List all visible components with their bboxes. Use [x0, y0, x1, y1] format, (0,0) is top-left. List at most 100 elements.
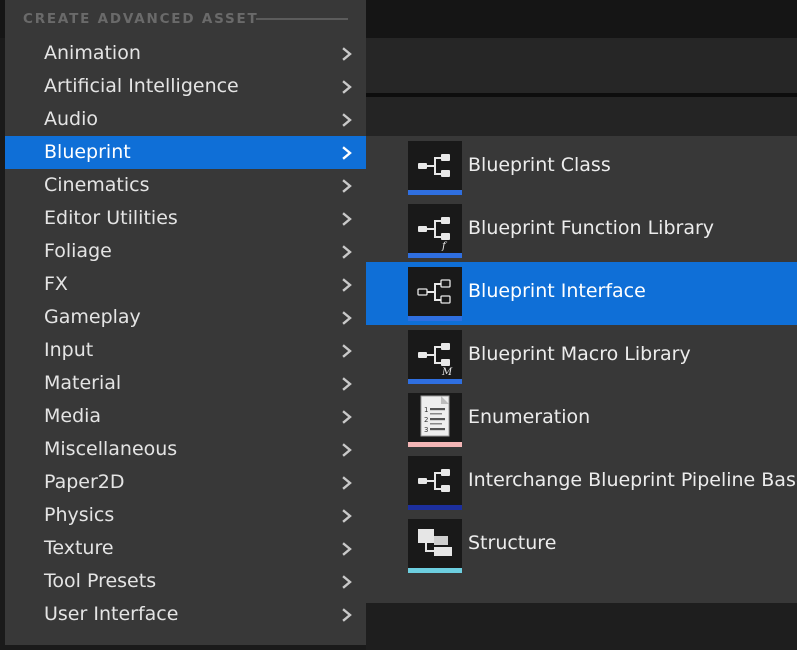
editor-background-bottom	[366, 603, 797, 650]
menu-item-animation[interactable]: Animation	[5, 37, 366, 70]
asset-thumbnail	[408, 267, 462, 321]
menu-item-label: Input	[44, 339, 94, 361]
chevron-right-icon	[342, 245, 352, 259]
asset-type-color-stripe	[408, 505, 462, 510]
menu-item-physics[interactable]: Physics	[5, 499, 366, 532]
submenu-item-blueprint-function-library[interactable]: f Blueprint Function Library	[366, 199, 797, 262]
menu-item-label: Foliage	[44, 240, 112, 262]
chevron-right-icon	[342, 410, 352, 424]
blueprint-function-icon: f	[418, 217, 450, 252]
asset-type-color-stripe	[408, 379, 462, 384]
blueprint-node-icon	[418, 469, 450, 492]
submenu-item-blueprint-interface[interactable]: Blueprint Interface	[366, 262, 797, 325]
menu-item-paper2d[interactable]: Paper2D	[5, 466, 366, 499]
asset-thumbnail	[408, 141, 462, 195]
menu-item-label: Paper2D	[44, 471, 125, 493]
menu-item-material[interactable]: Material	[5, 367, 366, 400]
chevron-right-icon	[342, 278, 352, 292]
menu-item-gameplay[interactable]: Gameplay	[5, 301, 366, 334]
menu-item-texture[interactable]: Texture	[5, 532, 366, 565]
blueprint-macro-icon: M	[418, 343, 453, 378]
menu-item-label: Animation	[44, 42, 141, 64]
chevron-right-icon	[342, 179, 352, 193]
submenu-item-label: Blueprint Function Library	[468, 217, 715, 239]
menu-item-label: Tool Presets	[44, 570, 157, 592]
menu-item-label: Blueprint	[44, 141, 131, 163]
asset-type-color-stripe	[408, 190, 462, 195]
create-advanced-asset-menu: CREATE ADVANCED ASSET Animation Artificia…	[5, 0, 366, 645]
submenu-item-label: Blueprint Interface	[468, 280, 646, 302]
submenu-item-blueprint-class[interactable]: Blueprint Class	[366, 136, 797, 199]
menu-item-miscellaneous[interactable]: Miscellaneous	[5, 433, 366, 466]
submenu-item-label: Enumeration	[468, 406, 591, 428]
menu-item-input[interactable]: Input	[5, 334, 366, 367]
menu-item-label: Media	[44, 405, 102, 427]
menu-item-label: Artificial Intelligence	[44, 75, 239, 97]
menu-item-editor-utilities[interactable]: Editor Utilities	[5, 202, 366, 235]
menu-item-blueprint[interactable]: Blueprint	[5, 136, 366, 169]
asset-thumbnail	[408, 519, 462, 573]
chevron-right-icon	[342, 377, 352, 391]
chevron-right-icon	[342, 344, 352, 358]
chevron-right-icon	[342, 80, 352, 94]
asset-type-color-stripe	[408, 568, 462, 573]
chevron-right-icon	[342, 212, 352, 226]
menu-item-label: Gameplay	[44, 306, 141, 328]
chevron-right-icon	[342, 47, 352, 61]
editor-background-panel	[366, 38, 797, 93]
asset-thumbnail: f	[408, 204, 462, 258]
svg-text:f: f	[441, 241, 448, 252]
chevron-right-icon	[342, 509, 352, 523]
chevron-right-icon	[342, 575, 352, 589]
blueprint-node-icon	[418, 154, 450, 177]
submenu-item-label: Interchange Blueprint Pipeline Base	[468, 469, 797, 491]
menu-item-label: FX	[44, 273, 68, 295]
submenu-item-interchange-blueprint-pipeline-base[interactable]: Interchange Blueprint Pipeline Base	[366, 451, 797, 514]
chevron-right-icon	[342, 146, 352, 160]
submenu-item-blueprint-macro-library[interactable]: M Blueprint Macro Library	[366, 325, 797, 388]
enumeration-list-icon: 1 2 3	[420, 395, 450, 437]
menu-item-tool-presets[interactable]: Tool Presets	[5, 565, 366, 598]
chevron-right-icon	[342, 311, 352, 325]
asset-type-color-stripe	[408, 442, 462, 447]
menu-item-label: Material	[44, 372, 122, 394]
submenu-item-label: Blueprint Macro Library	[468, 343, 691, 365]
asset-type-color-stripe	[408, 316, 462, 321]
submenu-item-enumeration[interactable]: 1 2 3 Enumeration	[366, 388, 797, 451]
menu-item-fx[interactable]: FX	[5, 268, 366, 301]
editor-background-strip	[366, 97, 797, 136]
menu-item-label: Physics	[44, 504, 115, 526]
submenu-item-label: Blueprint Class	[468, 154, 611, 176]
chevron-right-icon	[342, 476, 352, 490]
svg-text:2: 2	[424, 416, 428, 424]
menu-item-cinematics[interactable]: Cinematics	[5, 169, 366, 202]
blueprint-submenu: Blueprint Class f Blueprint Function Libra…	[366, 136, 797, 603]
menu-item-foliage[interactable]: Foliage	[5, 235, 366, 268]
svg-text:M: M	[441, 367, 453, 378]
menu-item-label: Texture	[44, 537, 114, 559]
menu-item-artificial-intelligence[interactable]: Artificial Intelligence	[5, 70, 366, 103]
svg-text:3: 3	[424, 426, 428, 434]
menu-item-media[interactable]: Media	[5, 400, 366, 433]
blueprint-interface-icon	[417, 279, 451, 304]
menu-section-divider	[256, 18, 348, 20]
chevron-right-icon	[342, 608, 352, 622]
submenu-item-label: Structure	[468, 532, 557, 554]
menu-item-label: Audio	[44, 108, 99, 130]
menu-item-label: Editor Utilities	[44, 207, 178, 229]
menu-item-label: User Interface	[44, 603, 179, 625]
chevron-right-icon	[342, 542, 352, 556]
chevron-right-icon	[342, 443, 352, 457]
chevron-right-icon	[342, 113, 352, 127]
submenu-item-structure[interactable]: Structure	[366, 514, 797, 577]
asset-type-color-stripe	[408, 253, 462, 258]
svg-text:1: 1	[424, 406, 428, 414]
asset-thumbnail: M	[408, 330, 462, 384]
asset-thumbnail: 1 2 3	[408, 393, 462, 447]
menu-section-header: CREATE ADVANCED ASSET	[5, 0, 366, 36]
menu-section-title: CREATE ADVANCED ASSET	[23, 11, 259, 27]
menu-item-audio[interactable]: Audio	[5, 103, 366, 136]
menu-item-user-interface[interactable]: User Interface	[5, 598, 366, 631]
menu-item-label: Miscellaneous	[44, 438, 178, 460]
menu-item-label: Cinematics	[44, 174, 150, 196]
